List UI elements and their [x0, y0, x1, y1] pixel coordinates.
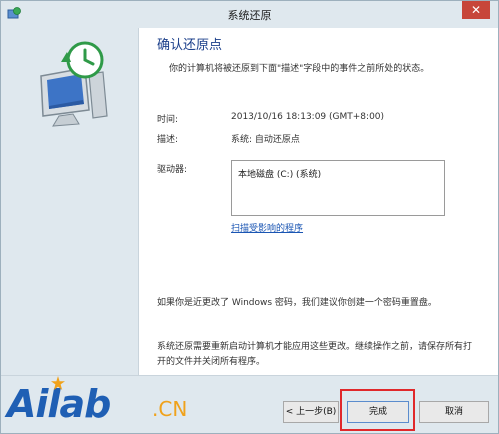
system-restore-computer-icon	[40, 41, 108, 127]
password-reset-note: 如果你是近更改了 Windows 密码，我们建议你创建一个密码重置盘。	[157, 298, 437, 308]
description-label: 描述:	[157, 135, 179, 145]
time-label: 时间:	[157, 115, 179, 125]
cancel-button[interactable]: 取消	[419, 401, 489, 423]
system-restore-window: 系统还原 ✕ 确认还原点 你的计算机将被还原到下面"描述"字段中的事件之前所处的…	[0, 0, 499, 434]
footer-bar: Ailab .CN < 上一步(B) 完成 取消	[1, 375, 498, 433]
left-pane	[1, 28, 138, 375]
logo-star-icon	[51, 376, 65, 390]
scan-affected-programs-link[interactable]: 扫描受影响的程序	[231, 221, 303, 234]
time-value: 2013/10/16 18:13:09 (GMT+8:00)	[231, 112, 385, 122]
restore-description: 你的计算机将被还原到下面"描述"字段中的事件之前所处的状态。	[169, 64, 430, 74]
content-panel: 确认还原点 你的计算机将被还原到下面"描述"字段中的事件之前所处的状态。 时间:…	[138, 28, 498, 375]
finish-button-highlight-box	[340, 389, 415, 431]
logo-suffix-text: .CN	[152, 397, 188, 421]
window-title: 系统还原	[227, 9, 272, 22]
page-heading: 确认还原点	[157, 38, 223, 53]
back-button[interactable]: < 上一步(B)	[283, 401, 339, 423]
restart-note: 系统还原需要重新启动计算机才能应用这些更改。继续操作之前，请保存所有打开的文件并…	[157, 342, 473, 367]
drive-item[interactable]: 本地磁盘 (C:) (系统)	[238, 167, 321, 180]
close-button[interactable]: ✕	[462, 1, 490, 19]
drives-label: 驱动器:	[157, 165, 188, 175]
description-value: 系统: 自动还原点	[231, 135, 300, 145]
title-bar: 系统还原 ✕	[1, 1, 498, 28]
drives-list[interactable]: 本地磁盘 (C:) (系统)	[231, 160, 445, 216]
